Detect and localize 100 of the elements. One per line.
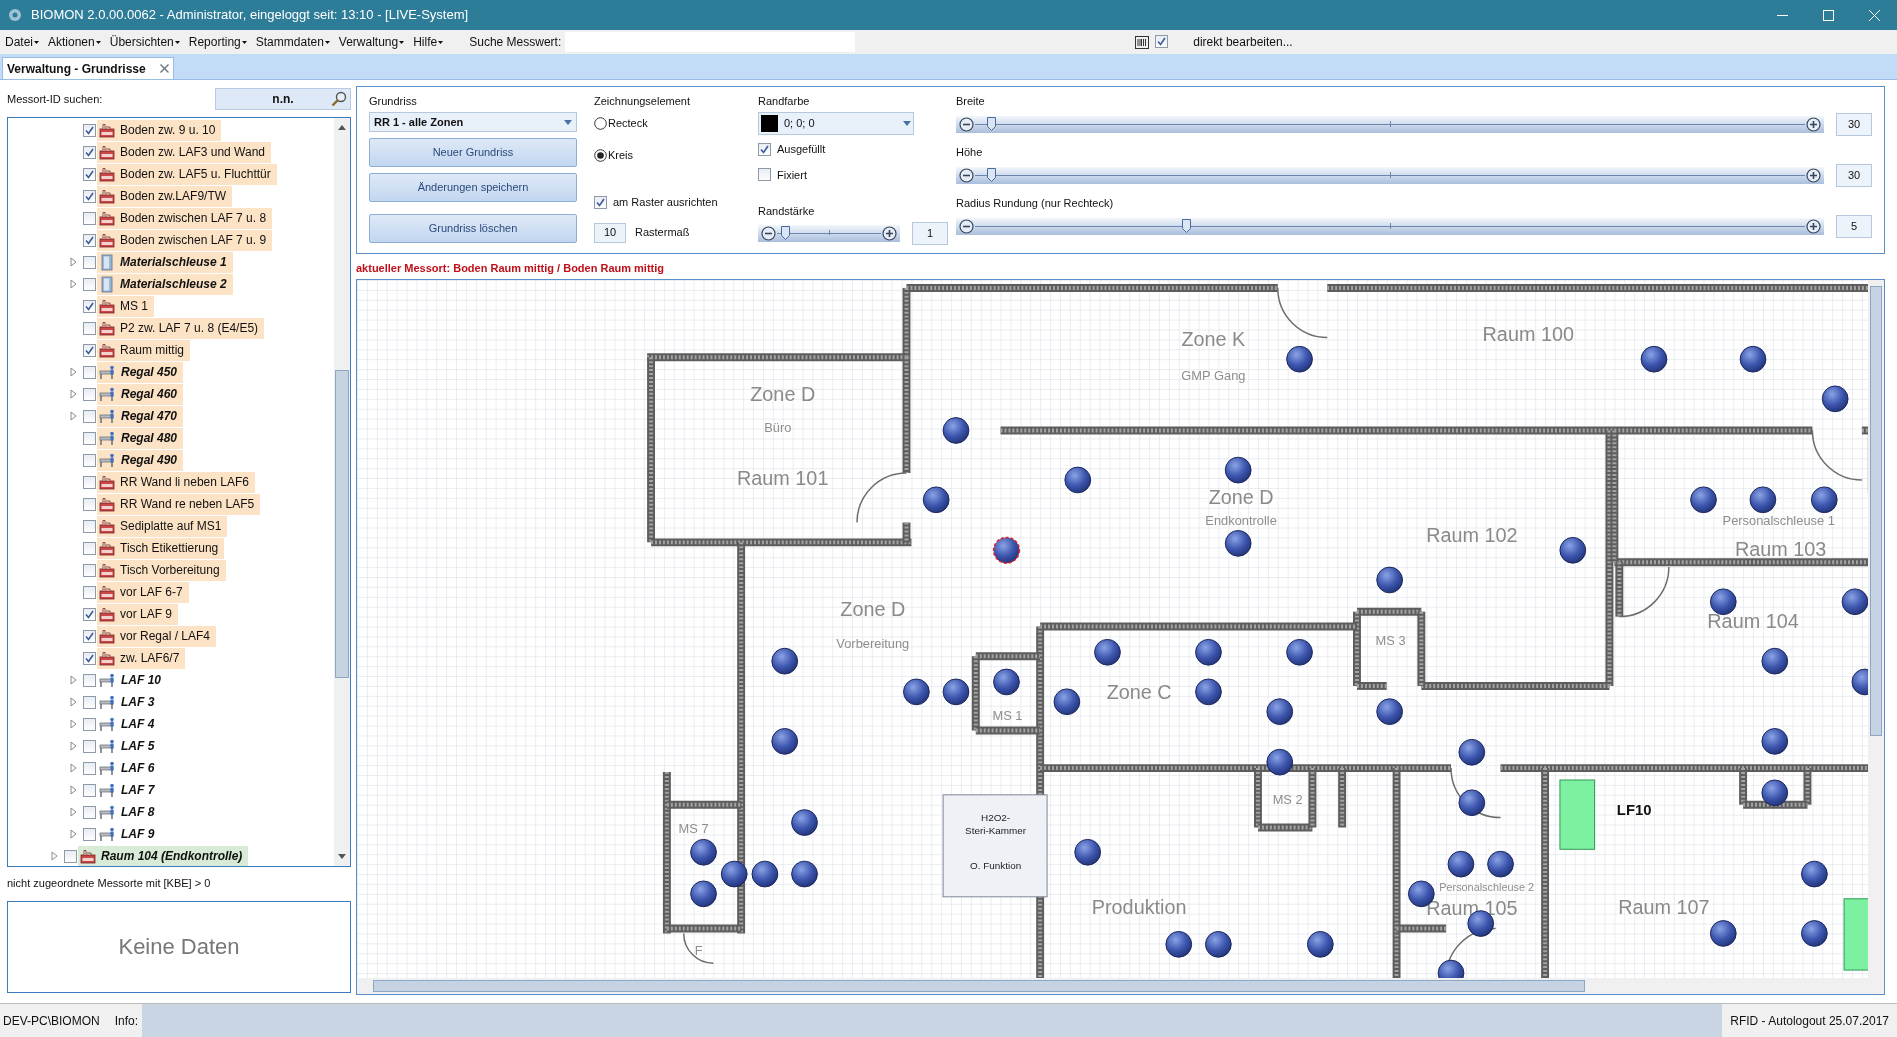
menu-item[interactable]: Hilfe bbox=[413, 33, 444, 51]
sensor-marker[interactable] bbox=[1224, 456, 1252, 484]
minus-icon[interactable] bbox=[959, 219, 974, 234]
tree-item[interactable]: Regal 480 bbox=[97, 427, 184, 449]
expand-arrow-icon[interactable] bbox=[51, 851, 58, 861]
checkbox[interactable] bbox=[83, 343, 96, 357]
sensor-marker[interactable] bbox=[1709, 588, 1737, 616]
tree-item[interactable]: Raum 104 (Endkontrolle) bbox=[78, 845, 249, 867]
tree-item[interactable]: LAF 9 bbox=[97, 823, 161, 845]
checkbox[interactable] bbox=[83, 607, 96, 621]
plus-icon[interactable] bbox=[1806, 168, 1821, 183]
checkbox[interactable] bbox=[83, 805, 96, 819]
plus-icon[interactable] bbox=[1806, 117, 1821, 132]
slider-thumb[interactable] bbox=[780, 226, 790, 240]
checkbox[interactable] bbox=[83, 695, 96, 709]
expand-arrow-icon[interactable] bbox=[70, 807, 77, 817]
sensor-marker[interactable] bbox=[922, 486, 950, 514]
sensor-marker[interactable] bbox=[1437, 959, 1465, 978]
scroll-thumb[interactable] bbox=[1870, 286, 1882, 736]
checkbox[interactable] bbox=[83, 233, 96, 247]
sensor-marker[interactable] bbox=[1286, 638, 1313, 666]
checkbox[interactable] bbox=[64, 849, 77, 863]
checkbox[interactable] bbox=[758, 168, 771, 182]
sensor-marker[interactable] bbox=[903, 678, 930, 706]
tree-item[interactable]: vor LAF 9 bbox=[97, 603, 179, 625]
checkbox[interactable] bbox=[83, 519, 96, 533]
location-search-field[interactable]: n.n. bbox=[215, 88, 351, 110]
chamber-box[interactable] bbox=[942, 794, 1048, 898]
checkbox[interactable] bbox=[594, 195, 607, 209]
expand-arrow-icon[interactable] bbox=[70, 389, 77, 399]
checkbox[interactable] bbox=[83, 167, 96, 181]
sensor-marker[interactable] bbox=[1821, 385, 1849, 413]
tree-item[interactable]: LAF 4 bbox=[97, 713, 161, 735]
sensor-marker[interactable] bbox=[1205, 930, 1232, 958]
checkbox[interactable] bbox=[83, 585, 96, 599]
sensor-marker[interactable] bbox=[1447, 850, 1475, 878]
tree-item[interactable]: Regal 470 bbox=[97, 405, 184, 427]
sensor-marker[interactable] bbox=[751, 860, 779, 888]
tree-item[interactable]: P2 zw. LAF 7 u. 8 (E4/E5) bbox=[97, 317, 265, 339]
checkbox[interactable] bbox=[83, 563, 96, 577]
sensor-marker[interactable] bbox=[791, 860, 818, 888]
sensor-marker[interactable] bbox=[1458, 789, 1486, 817]
tab[interactable]: Verwaltung - Grundrisse bbox=[2, 57, 174, 79]
tree-item[interactable]: Tisch Etikettierung bbox=[97, 537, 225, 559]
radio-option[interactable]: Kreis bbox=[594, 147, 634, 163]
sensor-marker[interactable] bbox=[1074, 838, 1102, 866]
scrollbar[interactable] bbox=[357, 978, 1884, 994]
sensor-marker[interactable] bbox=[720, 860, 748, 888]
checkbox[interactable] bbox=[83, 211, 96, 225]
sensor-marker[interactable] bbox=[1851, 668, 1868, 696]
expand-arrow-icon[interactable] bbox=[70, 675, 77, 685]
slider-thumb[interactable] bbox=[987, 168, 997, 182]
sensor-marker[interactable] bbox=[1376, 698, 1403, 726]
expand-arrow-icon[interactable] bbox=[70, 697, 77, 707]
tree-item[interactable]: LAF 8 bbox=[97, 801, 161, 823]
menu-item[interactable]: Stammdaten bbox=[255, 33, 330, 51]
sensor-marker[interactable] bbox=[992, 536, 1021, 564]
minus-icon[interactable] bbox=[761, 226, 776, 241]
sensor-marker[interactable] bbox=[1266, 698, 1294, 726]
tree-item[interactable]: Boden zw. LAF5 u. Fluchttür bbox=[97, 163, 277, 185]
checkbox[interactable] bbox=[83, 123, 96, 137]
checkbox[interactable] bbox=[83, 387, 96, 401]
menu-item[interactable]: Datei bbox=[5, 33, 39, 51]
sensor-marker[interactable] bbox=[1487, 850, 1514, 878]
expand-arrow-icon[interactable] bbox=[70, 763, 77, 773]
slider[interactable] bbox=[956, 116, 1824, 133]
expand-arrow-icon[interactable] bbox=[70, 411, 77, 421]
floorplan-dropdown[interactable]: RR 1 - alle Zonen bbox=[369, 112, 577, 132]
sensor-marker[interactable] bbox=[1749, 486, 1777, 514]
tree-item[interactable]: Raum mittig bbox=[97, 339, 190, 361]
search-icon[interactable] bbox=[331, 91, 347, 107]
expand-arrow-icon[interactable] bbox=[70, 279, 77, 289]
checkbox[interactable] bbox=[83, 827, 96, 841]
sensor-marker[interactable] bbox=[1709, 920, 1737, 947]
sensor-marker[interactable] bbox=[1559, 536, 1587, 564]
sensor-marker[interactable] bbox=[1306, 930, 1334, 958]
checkbox[interactable] bbox=[83, 673, 96, 687]
sensor-marker[interactable] bbox=[1841, 588, 1868, 616]
sensor-marker[interactable] bbox=[771, 647, 799, 675]
scrollbar[interactable] bbox=[334, 118, 350, 867]
tree-item[interactable]: vor LAF 6-7 bbox=[97, 581, 189, 603]
tree-item[interactable]: Boden zwischen LAF 7 u. 8 bbox=[97, 207, 273, 229]
scroll-down-icon[interactable] bbox=[338, 854, 346, 860]
sensor-marker[interactable] bbox=[1761, 647, 1789, 675]
tree-item[interactable]: LAF 5 bbox=[97, 735, 161, 757]
checkbox[interactable] bbox=[83, 189, 96, 203]
sensor-marker[interactable] bbox=[1801, 860, 1828, 888]
sensor-marker[interactable] bbox=[1739, 345, 1767, 373]
tree-item[interactable]: vor Regal / LAF4 bbox=[97, 625, 217, 647]
checkbox[interactable] bbox=[758, 142, 771, 156]
color-dropdown[interactable]: 0; 0; 0 bbox=[758, 112, 914, 135]
menu-item[interactable]: Aktionen bbox=[48, 33, 101, 51]
sensor-marker[interactable] bbox=[1266, 748, 1294, 776]
sensor-marker[interactable] bbox=[1053, 688, 1081, 716]
checkbox[interactable] bbox=[83, 255, 96, 269]
scroll-thumb[interactable] bbox=[373, 980, 1585, 992]
menu-item[interactable]: Verwaltung bbox=[338, 33, 405, 51]
tree-item[interactable]: RR Wand re neben LAF5 bbox=[97, 493, 261, 515]
minus-icon[interactable] bbox=[959, 117, 974, 132]
close-icon[interactable] bbox=[159, 64, 169, 73]
